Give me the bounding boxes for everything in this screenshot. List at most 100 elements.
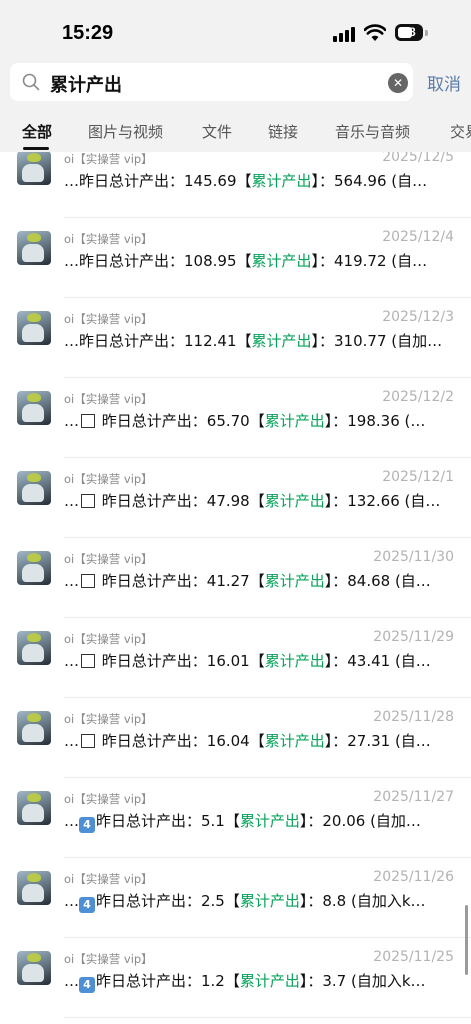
snippet-suffix: 】：310.77 (自加…	[311, 332, 443, 350]
result-row[interactable]: oi【实操营 vip】 2025/11/25 … 4 昨日总计产出：1.2【累计产出】：…	[0, 938, 471, 1018]
message-date: 2025/12/3	[382, 309, 454, 325]
status-time: 15:29	[62, 22, 114, 44]
result-row[interactable]: oi【实操营 vip】 2025/12/1 … 昨日总计产出：47.98【累计产出】…	[0, 458, 471, 538]
snippet-prefix: …昨日总计产出：108.95【	[64, 252, 252, 270]
keyword-highlight: 累计产出	[264, 572, 325, 590]
active-tab-indicator	[23, 147, 49, 150]
snippet-prefix: 昨日总计产出：5.1【	[96, 812, 240, 830]
avatar	[17, 711, 51, 745]
tab-links[interactable]: 链接	[268, 121, 298, 142]
snippet-prefix: 昨日总计产出：1.2【	[96, 972, 240, 990]
keyword-highlight: 累计产出	[251, 332, 312, 350]
keyword-highlight: 累计产出	[239, 812, 300, 830]
keycap-four-icon: 4	[79, 977, 95, 993]
status-bar: 15:29 38	[0, 0, 471, 60]
avatar	[17, 551, 51, 585]
sender-name: oi【实操营 vip】	[64, 712, 153, 726]
search-icon	[22, 73, 40, 91]
sender-name: oi【实操营 vip】	[64, 792, 153, 806]
snippet-prefix: 昨日总计产出：65.70【	[101, 412, 265, 430]
message-snippet: … 昨日总计产出：47.98【累计产出】：132.66 (自…	[64, 492, 441, 510]
snippet-suffix: 】：3.7 (自加入k…	[299, 972, 426, 990]
message-snippet: … 昨日总计产出：41.27【累计产出】：84.68 (自…	[64, 572, 431, 590]
snippet-suffix: 】：43.41 (自…	[324, 652, 431, 670]
clear-search-icon[interactable]: ✕	[388, 73, 408, 93]
search-query: 累计产出	[50, 75, 122, 96]
snippet-suffix: 】：84.68 (自…	[324, 572, 431, 590]
message-snippet: … 4 昨日总计产出：1.2【累计产出】：3.7 (自加入k…	[64, 972, 426, 993]
snippet-prefix: 昨日总计产出：16.04【	[101, 732, 265, 750]
unknown-char-icon	[81, 494, 95, 508]
keyword-highlight: 累计产出	[264, 492, 325, 510]
message-date: 2025/11/25	[373, 949, 454, 965]
snippet-prefix: 昨日总计产出：16.01【	[101, 652, 265, 670]
snippet-suffix: 】：8.8 (自加入k…	[299, 892, 426, 910]
snippet-suffix: 】：27.31 (自…	[324, 732, 431, 750]
tab-all[interactable]: 全部	[22, 121, 52, 142]
snippet-prefix: 昨日总计产出：2.5【	[96, 892, 240, 910]
snippet-prefix: 昨日总计产出：47.98【	[101, 492, 265, 510]
avatar	[17, 152, 51, 185]
battery-tip	[425, 30, 428, 36]
wifi-icon	[364, 24, 386, 41]
keycap-four-icon: 4	[79, 817, 95, 833]
unknown-char-icon	[81, 734, 95, 748]
keyword-highlight: 累计产出	[251, 252, 312, 270]
battery-level: 38	[402, 25, 416, 39]
unknown-char-icon	[81, 654, 95, 668]
keyword-highlight: 累计产出	[264, 412, 325, 430]
battery-icon: 38	[395, 24, 423, 41]
cancel-button[interactable]: 取消	[427, 70, 461, 95]
message-date: 2025/12/1	[382, 469, 454, 485]
avatar	[17, 951, 51, 985]
result-row[interactable]: oi【实操营 vip】 2025/12/4 …昨日总计产出：108.95【累计产出】…	[0, 218, 471, 298]
search-input[interactable]: 累计产出 ✕	[10, 63, 413, 101]
sender-name: oi【实操营 vip】	[64, 952, 153, 966]
keyword-highlight: 累计产出	[251, 172, 312, 190]
tab-transactions[interactable]: 交易	[450, 121, 471, 142]
result-row[interactable]: oi【实操营 vip】 2025/12/2 … 昨日总计产出：65.70【累计产出】…	[0, 378, 471, 458]
avatar	[17, 791, 51, 825]
scrollbar[interactable]	[465, 905, 468, 975]
tab-files[interactable]: 文件	[202, 121, 232, 142]
snippet-prefix: …昨日总计产出：112.41【	[64, 332, 252, 350]
unknown-char-icon	[81, 414, 95, 428]
sender-name: oi【实操营 vip】	[64, 232, 153, 246]
keycap-four-icon: 4	[79, 897, 95, 913]
message-date: 2025/12/5	[382, 152, 454, 165]
snippet-suffix: 】：20.06 (自加…	[299, 812, 421, 830]
sender-name: oi【实操营 vip】	[64, 312, 153, 326]
avatar	[17, 311, 51, 345]
search-results-list: oi【实操营 vip】 2025/12/5 …昨日总计产出：145.69【累计产出】…	[0, 152, 471, 1024]
keyword-highlight: 累计产出	[264, 732, 325, 750]
message-snippet: … 4 昨日总计产出：5.1【累计产出】：20.06 (自加…	[64, 812, 421, 833]
filter-tabs: 全部 图片与视频 文件 链接 音乐与音频 交易	[0, 108, 471, 152]
sender-name: oi【实操营 vip】	[64, 152, 153, 166]
snippet-prefix: 昨日总计产出：41.27【	[101, 572, 265, 590]
cellular-signal-icon	[333, 26, 357, 42]
result-row[interactable]: oi【实操营 vip】 2025/11/27 … 4 昨日总计产出：5.1【累计产出】：…	[0, 778, 471, 858]
result-row[interactable]: oi【实操营 vip】 2025/11/30 … 昨日总计产出：41.27【累计产出…	[0, 538, 471, 618]
message-snippet: … 昨日总计产出：16.01【累计产出】：43.41 (自…	[64, 652, 431, 670]
message-date: 2025/12/4	[382, 229, 454, 245]
avatar	[17, 231, 51, 265]
message-snippet: …昨日总计产出：108.95【累计产出】：419.72 (自…	[64, 250, 456, 271]
sender-name: oi【实操营 vip】	[64, 472, 153, 486]
sender-name: oi【实操营 vip】	[64, 552, 153, 566]
row-divider	[64, 1017, 471, 1018]
result-row[interactable]: oi【实操营 vip】 2025/12/5 …昨日总计产出：145.69【累计产出】…	[0, 152, 471, 218]
message-snippet: …昨日总计产出：112.41【累计产出】：310.77 (自加…	[64, 330, 456, 351]
tab-images-videos[interactable]: 图片与视频	[88, 121, 163, 142]
avatar	[17, 871, 51, 905]
message-date: 2025/11/28	[373, 709, 454, 725]
snippet-suffix: 】：132.66 (自…	[324, 492, 441, 510]
message-date: 2025/11/26	[373, 869, 454, 885]
keyword-highlight: 累计产出	[239, 892, 300, 910]
result-row[interactable]: oi【实操营 vip】 2025/11/28 … 昨日总计产出：16.04【累计产出…	[0, 698, 471, 778]
result-row[interactable]: oi【实操营 vip】 2025/11/29 … 昨日总计产出：16.01【累计产出…	[0, 618, 471, 698]
result-row[interactable]: oi【实操营 vip】 2025/11/26 … 4 昨日总计产出：2.5【累计产出】：…	[0, 858, 471, 938]
message-snippet: … 4 昨日总计产出：2.5【累计产出】：8.8 (自加入k…	[64, 892, 426, 913]
tab-music-audio[interactable]: 音乐与音频	[335, 121, 410, 142]
snippet-suffix: 】：419.72 (自…	[311, 252, 428, 270]
result-row[interactable]: oi【实操营 vip】 2025/12/3 …昨日总计产出：112.41【累计产出】…	[0, 298, 471, 378]
